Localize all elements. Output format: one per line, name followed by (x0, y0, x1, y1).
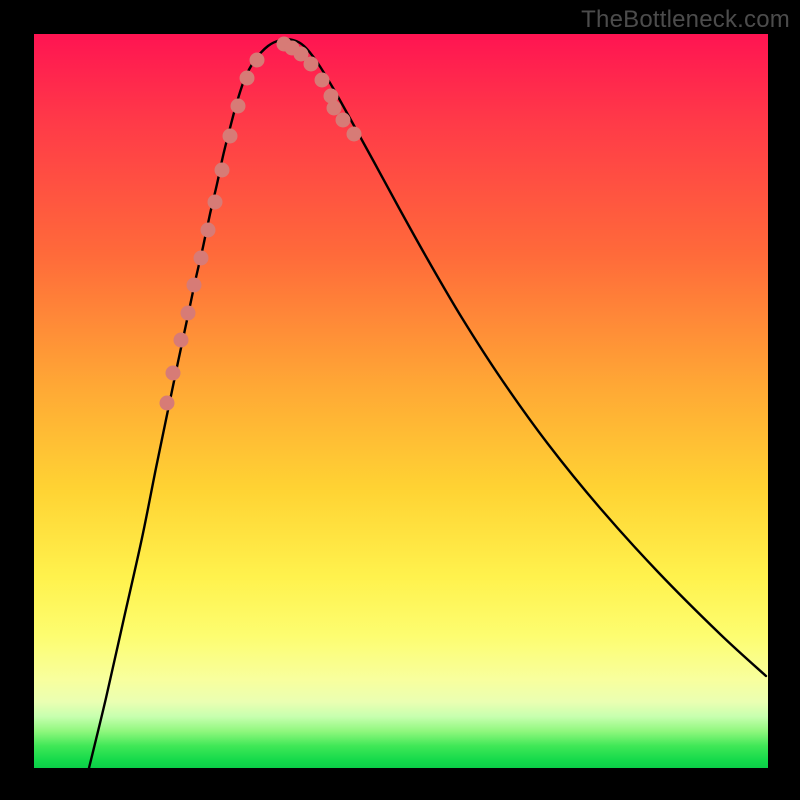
marker-point (166, 366, 181, 381)
marker-point (240, 71, 255, 86)
marker-point (336, 113, 351, 128)
marker-point (174, 333, 189, 348)
plot-area (34, 34, 768, 768)
marker-point (181, 306, 196, 321)
marker-point (250, 53, 265, 68)
chart-frame: TheBottleneck.com (0, 0, 800, 800)
marker-point (201, 223, 216, 238)
bottleneck-curve (89, 39, 766, 768)
marker-point (223, 129, 238, 144)
marker-point (208, 195, 223, 210)
marker-point (347, 127, 362, 142)
marker-point (194, 251, 209, 266)
marker-point (215, 163, 230, 178)
marker-point (327, 101, 342, 116)
watermark-text: TheBottleneck.com (581, 6, 790, 34)
marker-point (315, 73, 330, 88)
marker-point (187, 278, 202, 293)
bottleneck-curve-svg (34, 34, 768, 768)
marker-group (160, 37, 362, 411)
marker-point (304, 57, 319, 72)
marker-point (160, 396, 175, 411)
marker-point (231, 99, 246, 114)
